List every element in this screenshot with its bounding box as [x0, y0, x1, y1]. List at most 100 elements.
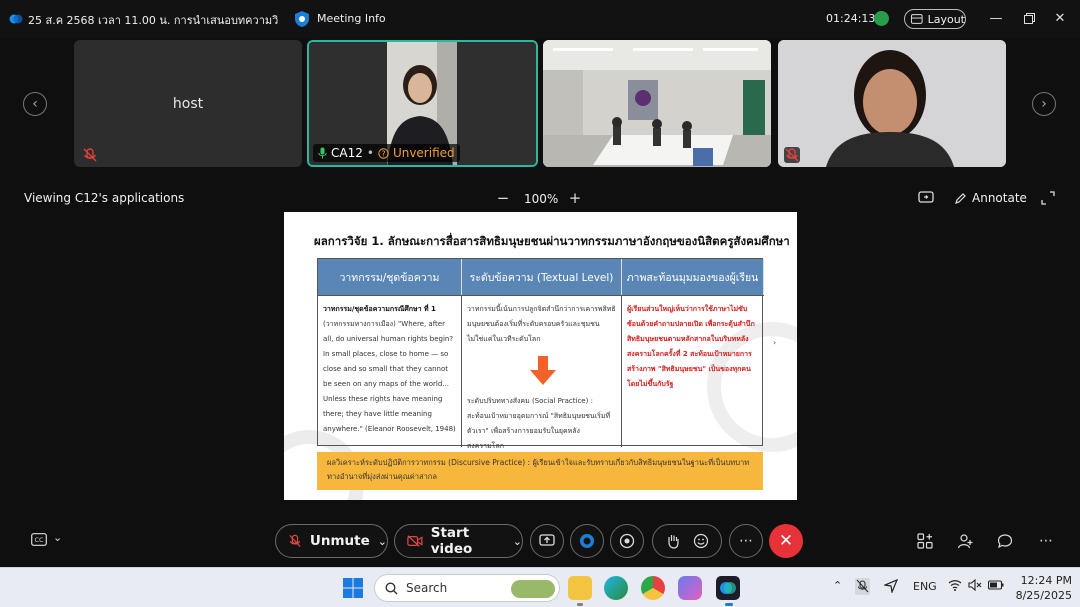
meeting-title: 25 ส.ค 2568 เวลา 11.00 น. การนำเสนอบทควา…	[28, 14, 278, 27]
location-icon[interactable]	[884, 579, 898, 593]
network-signal-icon[interactable]	[874, 11, 889, 26]
chevron-up-icon[interactable]: ⌃	[833, 579, 842, 592]
share-window-icon[interactable]	[918, 191, 934, 205]
webex-app-icon[interactable]	[716, 576, 740, 600]
restore-icon[interactable]	[1019, 8, 1039, 28]
zoom-level: 100%	[524, 192, 559, 206]
annotate-label: Annotate	[972, 191, 1027, 205]
record-button[interactable]	[610, 524, 644, 558]
edge-browser-icon[interactable]	[604, 576, 628, 600]
learner-perspective-text: ผู้เรียนส่วนใหญ่เห็นว่าการใช้ภาษาไม่ซับซ…	[627, 305, 755, 388]
ai-assistant-icon	[580, 534, 594, 548]
unverified-badge: Unverified	[392, 146, 455, 160]
reactions-button[interactable]	[652, 524, 722, 558]
slide-next-icon: ›	[773, 338, 777, 347]
minimize-icon[interactable]: —	[986, 8, 1006, 28]
shared-slide: ผลการวิจัย 1. ลักษณะการสื่อสารสิทธิมนุษย…	[284, 212, 797, 500]
participant-label: CA12 • ? Unverified	[313, 144, 460, 162]
annotate-button[interactable]: Annotate	[954, 191, 1027, 205]
meeting-info-button[interactable]: Meeting Info	[317, 12, 386, 25]
ai-assistant-button[interactable]	[570, 524, 604, 558]
unmute-label: Unmute	[309, 533, 370, 549]
apps-icon[interactable]	[916, 532, 934, 550]
svg-text:?: ?	[381, 149, 385, 158]
copilot-icon[interactable]	[678, 576, 702, 600]
participants-icon[interactable]	[956, 532, 974, 550]
emoji-icon[interactable]	[693, 533, 709, 549]
table-cell: ผู้เรียนส่วนใหญ่เห็นว่าการใช้ภาษาไม่ซับซ…	[622, 295, 764, 447]
muted-mic-icon[interactable]	[855, 578, 870, 595]
layout-button[interactable]: Layout	[904, 9, 966, 29]
search-icon	[385, 581, 398, 594]
zoom-out-button[interactable]: −	[496, 189, 510, 207]
table-cell: วาทกรรม/ชุดข้อความกรณีศึกษา ที่ 1 (วาทกร…	[318, 295, 462, 447]
search-placeholder: Search	[406, 581, 448, 595]
system-clock[interactable]: 12:24 PM 8/25/2025	[1010, 573, 1072, 603]
participant-tile-room[interactable]	[543, 40, 771, 167]
record-icon	[619, 533, 635, 549]
table-header: ระดับข้อความ (Textual Level)	[462, 259, 622, 295]
layout-icon	[911, 14, 923, 24]
chevron-down-icon[interactable]: ⌄	[513, 535, 522, 548]
participant-tile-host[interactable]: host	[74, 40, 302, 167]
clock-date: 8/25/2025	[1015, 589, 1072, 602]
share-button[interactable]	[530, 524, 564, 558]
next-page-icon[interactable]: ›	[1032, 92, 1056, 116]
participant-name: CA12	[331, 146, 363, 160]
running-indicator	[577, 603, 583, 606]
slide-title: ผลการวิจัย 1. ลักษณะการสื่อสารสิทธิมนุษย…	[314, 234, 790, 248]
closed-captions-icon[interactable]: CC	[31, 533, 47, 546]
down-arrow-icon	[530, 356, 556, 385]
more-options-button[interactable]: ⋯	[729, 524, 763, 558]
case-study-text: (วาทกรรมทางการเมือง) "Where, after all, …	[323, 320, 456, 433]
chevron-down-icon[interactable]: ⌄	[378, 535, 387, 548]
webex-logo-icon	[9, 14, 23, 24]
windows-taskbar: Search ⌃ ENG 12:24 PM 8/25/2025	[0, 567, 1080, 607]
file-explorer-icon[interactable]	[568, 576, 592, 600]
taskbar-search-input[interactable]: Search	[374, 574, 560, 602]
end-call-button[interactable]: ✕	[769, 524, 803, 558]
slide-table: วาทกรรม/ชุดข้อความ ระดับข้อความ (Textual…	[317, 258, 764, 450]
participant-tile-student[interactable]	[778, 40, 1006, 167]
zoom-in-button[interactable]: +	[568, 189, 582, 207]
participant-video	[778, 40, 1006, 167]
participant-name: host	[172, 96, 204, 112]
speaker-muted-icon[interactable]	[968, 579, 982, 591]
input-language[interactable]: ENG	[913, 580, 937, 593]
table-header: วาทกรรม/ชุดข้อความ	[318, 259, 462, 295]
meeting-timer: 01:24:13	[826, 12, 876, 25]
search-highlight-image	[511, 580, 555, 598]
participant-tile-ca12[interactable]: CA12 • ? Unverified	[307, 40, 538, 167]
shield-icon[interactable]	[294, 10, 310, 28]
unmute-button[interactable]: Unmute ⌄	[275, 524, 388, 558]
table-header: ภาพสะท้อนมุมมองของผู้เรียน	[622, 259, 764, 295]
start-video-label: Start video	[430, 525, 473, 557]
battery-icon[interactable]	[988, 579, 1004, 591]
video-off-icon	[407, 535, 423, 547]
chrome-browser-icon[interactable]	[641, 576, 665, 600]
discursive-practice-band: ผลวิเคราะห์ระดับปฏิบัติการวาทกรรม (Discu…	[317, 452, 763, 490]
pen-icon	[955, 192, 966, 204]
mic-icon	[318, 147, 327, 159]
textual-level-text: วาทกรรมนี้เน้นการปลูกจิตสำนึกว่าการเคารพ…	[467, 305, 616, 343]
chevron-down-icon[interactable]: ⌄	[53, 531, 62, 544]
participant-video	[543, 40, 771, 167]
warning-icon: ?	[378, 147, 389, 159]
more-icon: ⋯	[739, 533, 753, 549]
close-icon[interactable]: ✕	[1050, 8, 1070, 28]
case-study-heading: วาทกรรม/ชุดข้อความกรณีศึกษา ที่ 1	[323, 305, 436, 313]
svg-text:CC: CC	[34, 536, 44, 544]
muted-mic-icon	[83, 148, 97, 162]
table-cell: วาทกรรมนี้เน้นการปลูกจิตสำนึกว่าการเคารพ…	[462, 295, 622, 450]
separator-dot: •	[366, 146, 374, 160]
windows-start-icon[interactable]	[343, 578, 363, 598]
more-panels-icon[interactable]: ⋯	[1037, 532, 1055, 550]
chat-icon[interactable]	[996, 532, 1014, 550]
wifi-icon[interactable]	[948, 579, 962, 591]
previous-page-icon[interactable]: ‹	[23, 92, 47, 116]
close-icon: ✕	[778, 531, 794, 551]
fullscreen-icon[interactable]	[1041, 191, 1055, 205]
start-video-button[interactable]: Start video ⌄	[394, 524, 523, 558]
raise-hand-icon[interactable]	[666, 533, 680, 549]
share-icon	[539, 534, 555, 546]
